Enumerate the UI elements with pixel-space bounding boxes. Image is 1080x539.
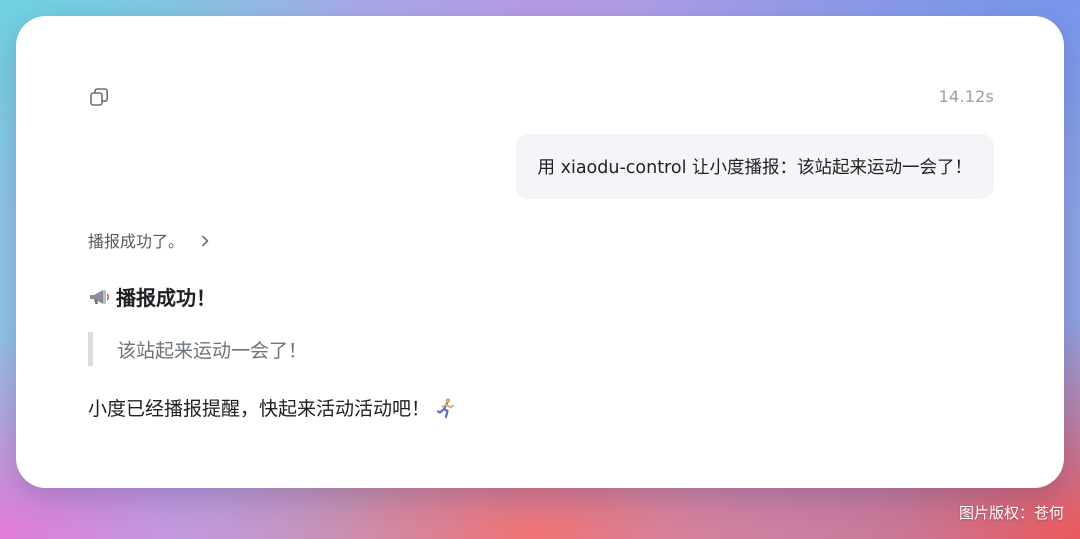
- megaphone-icon: [88, 287, 110, 307]
- response-time: 14.12s: [938, 87, 994, 106]
- chevron-right-icon: [198, 233, 212, 247]
- chat-card: 14.12s 用 xiaodu-control 让小度播报：该站起来运动一会了！…: [16, 16, 1064, 488]
- reply-body: 小度已经播报提醒，快起来活动活动吧！: [88, 394, 456, 421]
- user-message-bubble: 用 xiaodu-control 让小度播报：该站起来运动一会了！: [515, 134, 994, 199]
- image-copyright-watermark: 图片版权：苍何: [958, 504, 1064, 522]
- reply-heading-text: 播报成功！: [116, 286, 216, 310]
- announcement-quote: 该站起来运动一会了！: [88, 332, 307, 366]
- copy-icon[interactable]: [88, 86, 110, 108]
- thought-summary-label: 播报成功了。: [88, 232, 185, 251]
- announcement-quote-text: 该站起来运动一会了！: [117, 339, 308, 362]
- user-message-text: 用 xiaodu-control 让小度播报：该站起来运动一会了！: [537, 158, 972, 178]
- thought-summary-toggle[interactable]: 播报成功了。: [88, 228, 212, 252]
- runner-icon: [436, 397, 456, 419]
- reply-heading: 播报成功！: [88, 282, 216, 311]
- reply-body-text: 小度已经播报提醒，快起来活动活动吧！: [88, 398, 431, 420]
